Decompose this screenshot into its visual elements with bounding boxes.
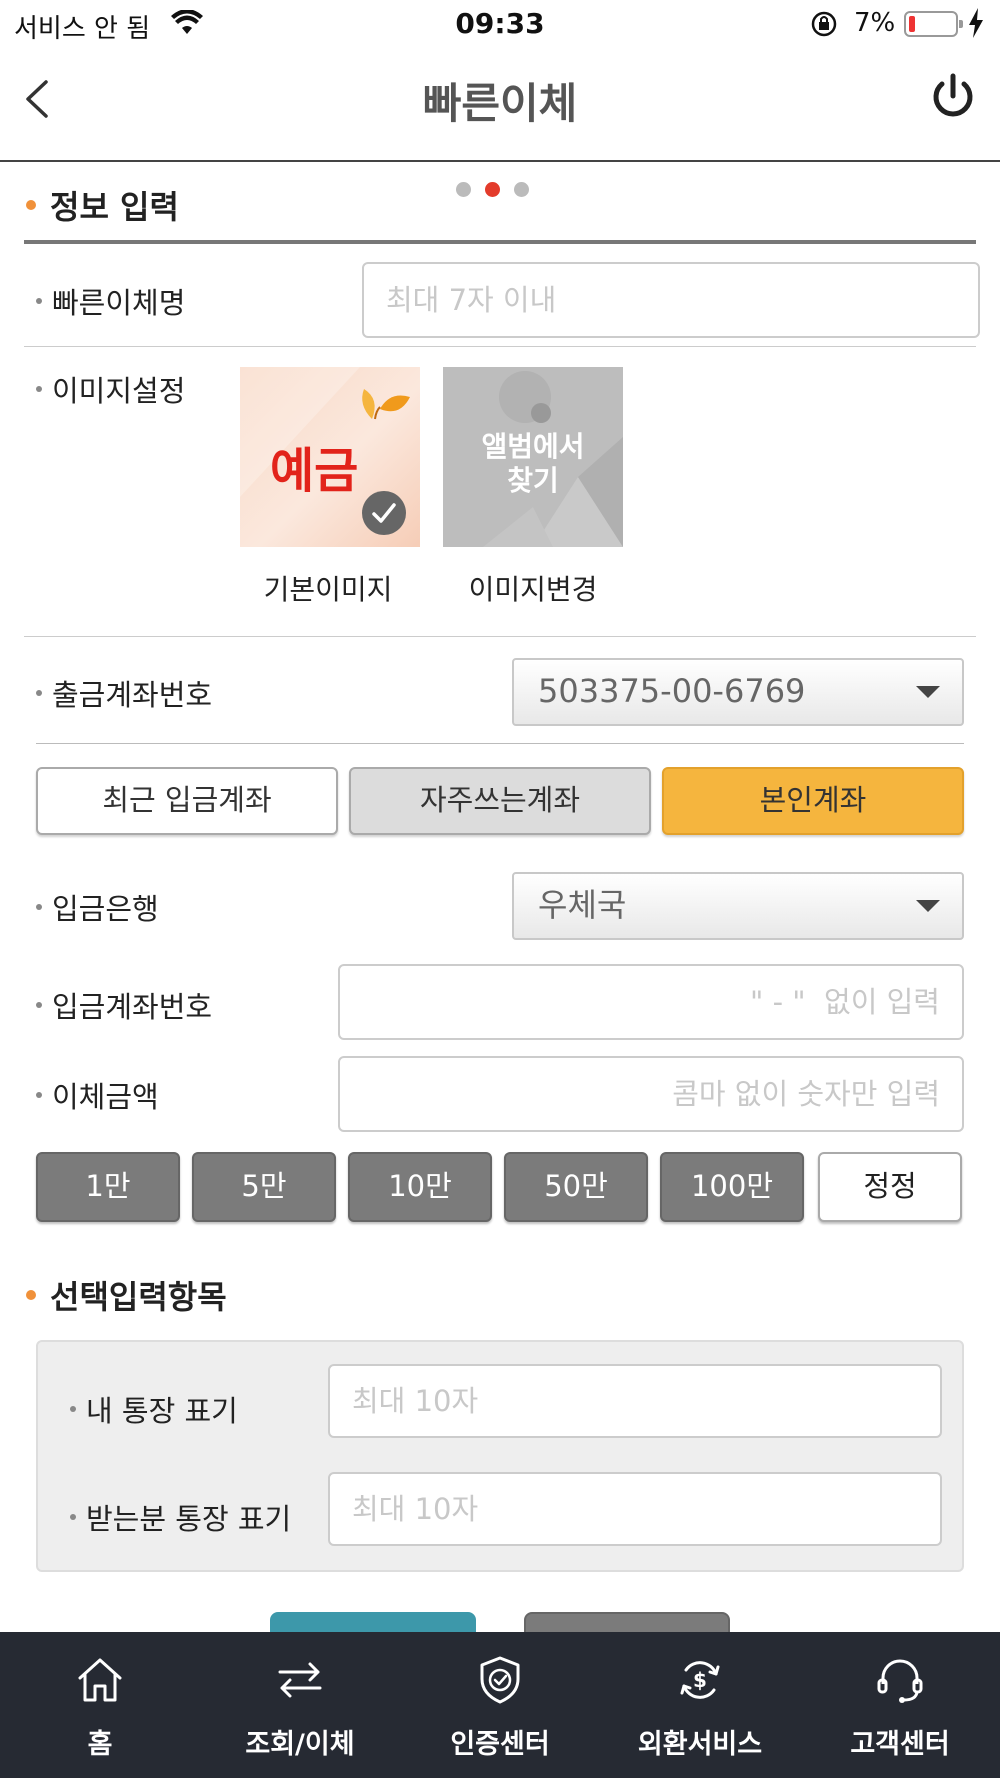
my-passbook-memo-label: 내 통장 표기 — [70, 1388, 238, 1430]
default-image-text: 예금 — [270, 443, 359, 499]
recent-accounts-tab[interactable]: 최근 입금계좌 — [36, 767, 338, 835]
headset-icon — [877, 1659, 923, 1703]
quick-transfer-name-input[interactable] — [362, 262, 980, 338]
caret-down-icon — [916, 900, 940, 912]
recipient-passbook-memo-label: 받는분 통장 표기 — [70, 1496, 291, 1538]
my-accounts-tab[interactable]: 본인계좌 — [662, 767, 964, 835]
amount-500k-button[interactable]: 50만 — [504, 1152, 648, 1222]
deposit-bank-value: 우체국 — [538, 886, 627, 924]
amount-50k-button[interactable]: 5만 — [192, 1152, 336, 1222]
tab-inquiry-transfer[interactable]: 조회/이체 — [200, 1632, 400, 1778]
album-text-line2: 찾기 — [507, 464, 559, 497]
amount-10k-button[interactable]: 1만 — [36, 1152, 180, 1222]
tab-certification[interactable]: 인증센터 — [400, 1632, 600, 1778]
bottom-tab-bar: 홈 조회/이체 인증센터 $ 외환서비스 고객센터 — [0, 1632, 1000, 1778]
transfer-arrows-icon — [278, 1662, 322, 1698]
currency-exchange-icon: $ — [680, 1661, 720, 1699]
transfer-amount-label: 이체금액 — [36, 1074, 159, 1116]
quick-transfer-name-label: 빠른이체명 — [36, 280, 185, 322]
deposit-account-label: 입금계좌번호 — [36, 984, 212, 1026]
amount-reset-button[interactable]: 정정 — [818, 1152, 962, 1222]
selected-check-icon — [362, 491, 406, 535]
divider — [24, 346, 976, 347]
tab-customer-center[interactable]: 고객센터 — [800, 1632, 1000, 1778]
withdraw-account-label: 출금계좌번호 — [36, 672, 212, 714]
charging-bolt-icon — [969, 8, 983, 38]
section-divider — [24, 240, 976, 244]
optional-fields-box: 내 통장 표기 받는분 통장 표기 — [36, 1340, 964, 1572]
amount-100k-button[interactable]: 10만 — [348, 1152, 492, 1222]
amount-1m-button[interactable]: 100만 — [660, 1152, 804, 1222]
my-passbook-memo-input[interactable] — [328, 1364, 942, 1438]
deposit-bank-label: 입금은행 — [36, 886, 159, 928]
pager-dot[interactable] — [513, 182, 529, 197]
info-section-title: 정보 입력 — [26, 182, 179, 228]
divider — [24, 636, 976, 637]
tab-foreign-exchange[interactable]: $ 외환서비스 — [600, 1632, 800, 1778]
tab-home-label: 홈 — [87, 1729, 113, 1760]
rotation-lock-icon — [811, 11, 837, 37]
change-image-caption: 이미지변경 — [468, 573, 598, 606]
tab-home[interactable]: 홈 — [0, 1632, 200, 1778]
divider — [36, 743, 964, 744]
shield-check-icon — [480, 1656, 520, 1704]
default-image-tile[interactable]: 예금 — [240, 367, 420, 547]
withdraw-account-select[interactable]: 503375-00-6769 — [512, 658, 964, 726]
battery-icon — [904, 11, 963, 37]
tab-certification-label: 인증센터 — [450, 1729, 550, 1760]
tab-inquiry-transfer-label: 조회/이체 — [245, 1729, 355, 1760]
page-title: 빠른이체 — [422, 79, 578, 128]
image-setting-label: 이미지설정 — [36, 368, 185, 410]
pager-dot-active[interactable] — [484, 182, 500, 197]
change-image-tile[interactable]: 앨범에서 찾기 — [443, 367, 623, 547]
deposit-account-input[interactable] — [338, 964, 964, 1040]
frequent-accounts-tab[interactable]: 자주쓰는계좌 — [349, 767, 651, 835]
transfer-amount-input[interactable] — [338, 1056, 964, 1132]
battery-percent: 7% — [854, 8, 896, 38]
withdraw-account-value: 503375-00-6769 — [538, 672, 806, 710]
tab-foreign-exchange-label: 외환서비스 — [637, 1729, 763, 1760]
optional-section-title: 선택입력항목 — [26, 1272, 227, 1318]
pager-dot[interactable] — [455, 182, 471, 197]
tab-customer-center-label: 고객센터 — [850, 1729, 950, 1760]
svg-text:$: $ — [693, 1668, 707, 1692]
app-header: 빠른이체 — [0, 50, 1000, 162]
default-image-caption: 기본이미지 — [263, 573, 393, 606]
clock: 09:33 — [455, 7, 545, 40]
home-icon — [78, 1658, 122, 1702]
deposit-bank-select[interactable]: 우체국 — [512, 872, 964, 940]
recipient-passbook-memo-input[interactable] — [328, 1472, 942, 1546]
status-bar: 서비스 안 됨 09:33 7% — [0, 0, 1000, 50]
power-icon[interactable] — [928, 72, 978, 122]
caret-down-icon — [916, 686, 940, 698]
